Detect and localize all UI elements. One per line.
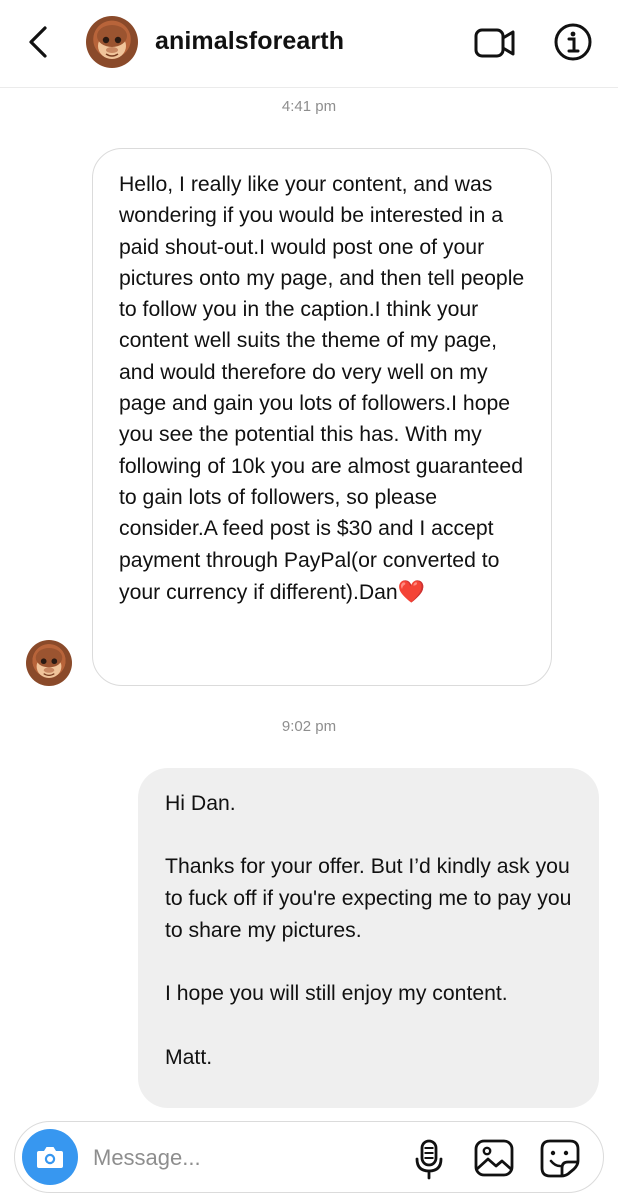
chat-username[interactable]: animalsforearth [155, 27, 344, 56]
message-input[interactable] [91, 1140, 395, 1176]
message-paragraph: I hope you will still enjoy my content. [165, 982, 508, 1006]
gallery-icon [474, 1139, 514, 1177]
camera-icon [37, 1147, 63, 1168]
avatar[interactable] [86, 16, 138, 68]
message-paragraph: Matt. [165, 1045, 213, 1069]
back-button[interactable] [24, 22, 54, 62]
info-button[interactable] [553, 22, 593, 62]
microphone-icon [415, 1139, 443, 1180]
chat-header: animalsforearth [0, 0, 618, 88]
camera-button[interactable] [22, 1129, 78, 1185]
info-icon [554, 23, 592, 61]
outgoing-message-bubble[interactable]: Hi Dan. Thanks for your offer. But I’d k… [138, 768, 599, 1108]
message-timestamp: 9:02 pm [281, 718, 337, 735]
voice-message-button[interactable] [413, 1138, 445, 1180]
chevron-left-icon [29, 26, 47, 58]
sticker-button[interactable] [539, 1138, 581, 1178]
orangutan-avatar-image [35, 647, 63, 679]
incoming-message-text: Hello, I really like your content, and w… [119, 173, 525, 604]
video-call-button[interactable] [473, 25, 517, 61]
gallery-button[interactable] [473, 1138, 515, 1178]
message-composer [14, 1121, 604, 1193]
message-timestamp: 4:41 pm [281, 98, 337, 115]
message-paragraph: Thanks for your offer. But I’d kindly as… [165, 855, 572, 942]
orangutan-avatar-image [97, 25, 127, 59]
sticker-icon [540, 1139, 580, 1178]
video-call-icon [474, 28, 515, 58]
message-paragraph: Hi Dan. [165, 792, 236, 815]
heart-emoji: ❤️ [397, 578, 426, 604]
incoming-message-bubble[interactable]: Hello, I really like your content, and w… [92, 148, 552, 686]
sender-avatar[interactable] [26, 640, 72, 686]
